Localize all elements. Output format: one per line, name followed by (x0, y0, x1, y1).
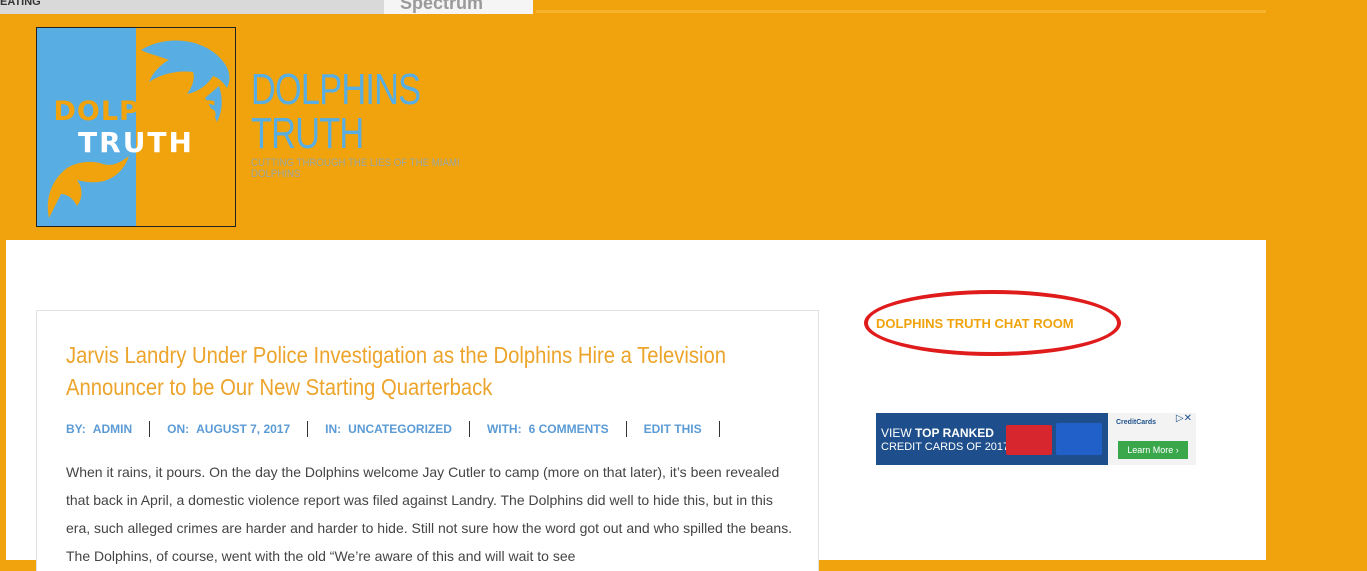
adchoices-icon[interactable]: ▷✕ (1173, 413, 1194, 424)
logo-text-line2: TRUTH (78, 126, 194, 159)
meta-comments-link[interactable]: 6 COMMENTS (529, 422, 609, 436)
post-title-text: Jarvis Landry Under Police Investigation… (66, 342, 727, 400)
ad-headline-prefix: VIEW (881, 426, 916, 440)
top-ad-strip[interactable]: EATING Spectrum (0, 0, 533, 14)
meta-comments: WITH: 6 COMMENTS (487, 421, 627, 437)
site-logo[interactable]: DOLPHINS TRUTH (36, 27, 236, 227)
meta-date-label: ON: (167, 422, 190, 436)
sidebar-ad-banner[interactable]: VIEW TOP RANKED CREDIT CARDS OF 2017 Cre… (876, 413, 1196, 465)
site-title-line2: TRUTH (251, 109, 364, 158)
meta-author: BY: ADMIN (66, 421, 151, 437)
meta-author-link[interactable]: ADMIN (93, 422, 132, 436)
meta-category: IN: UNCATEGORIZED (325, 421, 470, 437)
post-title[interactable]: Jarvis Landry Under Police Investigation… (66, 339, 726, 403)
meta-date: ON: AUGUST 7, 2017 (167, 421, 309, 437)
header-divider (536, 10, 1266, 13)
meta-category-label: IN: (325, 422, 342, 436)
chat-room-link[interactable]: DOLPHINS TRUTH CHAT ROOM (876, 316, 1074, 331)
credit-card-red-image (1006, 425, 1052, 455)
edit-post-link[interactable]: EDIT THIS (644, 422, 702, 436)
credit-card-blue-image (1056, 423, 1102, 455)
post-body: When it rains, it pours. On the day the … (66, 458, 796, 570)
top-ad-strip-right: Spectrum (384, 0, 533, 14)
site-title-line1: DOLPHINS (251, 65, 421, 114)
logo-text-line1: DOLPHINS (53, 96, 219, 127)
post-body-paragraph: When it rains, it pours. On the day the … (66, 464, 793, 564)
meta-author-label: BY: (66, 422, 86, 436)
meta-category-link[interactable]: UNCATEGORIZED (348, 422, 452, 436)
ad-headline-bold: TOP RANKED (915, 426, 994, 440)
meta-edit: EDIT THIS (644, 421, 720, 437)
meta-date-link[interactable]: AUGUST 7, 2017 (196, 422, 290, 436)
ad-learn-more-button[interactable]: Learn More › (1118, 441, 1188, 459)
post-meta: BY: ADMIN ON: AUGUST 7, 2017 IN: UNCATEG… (66, 421, 720, 437)
ad-headline: VIEW TOP RANKED (881, 426, 994, 440)
ad-brand-logo: CreditCards (1116, 419, 1157, 426)
top-ad-strip-left-text: EATING (0, 0, 41, 8)
meta-comments-label: WITH: (486, 422, 522, 436)
site-title[interactable]: DOLPHINS TRUTH (251, 68, 454, 156)
site-tagline: CUTTING THROUGH THE LIES OF THE MIAMI DO… (251, 157, 460, 180)
ad-subheadline: CREDIT CARDS OF 2017 (881, 441, 1010, 453)
